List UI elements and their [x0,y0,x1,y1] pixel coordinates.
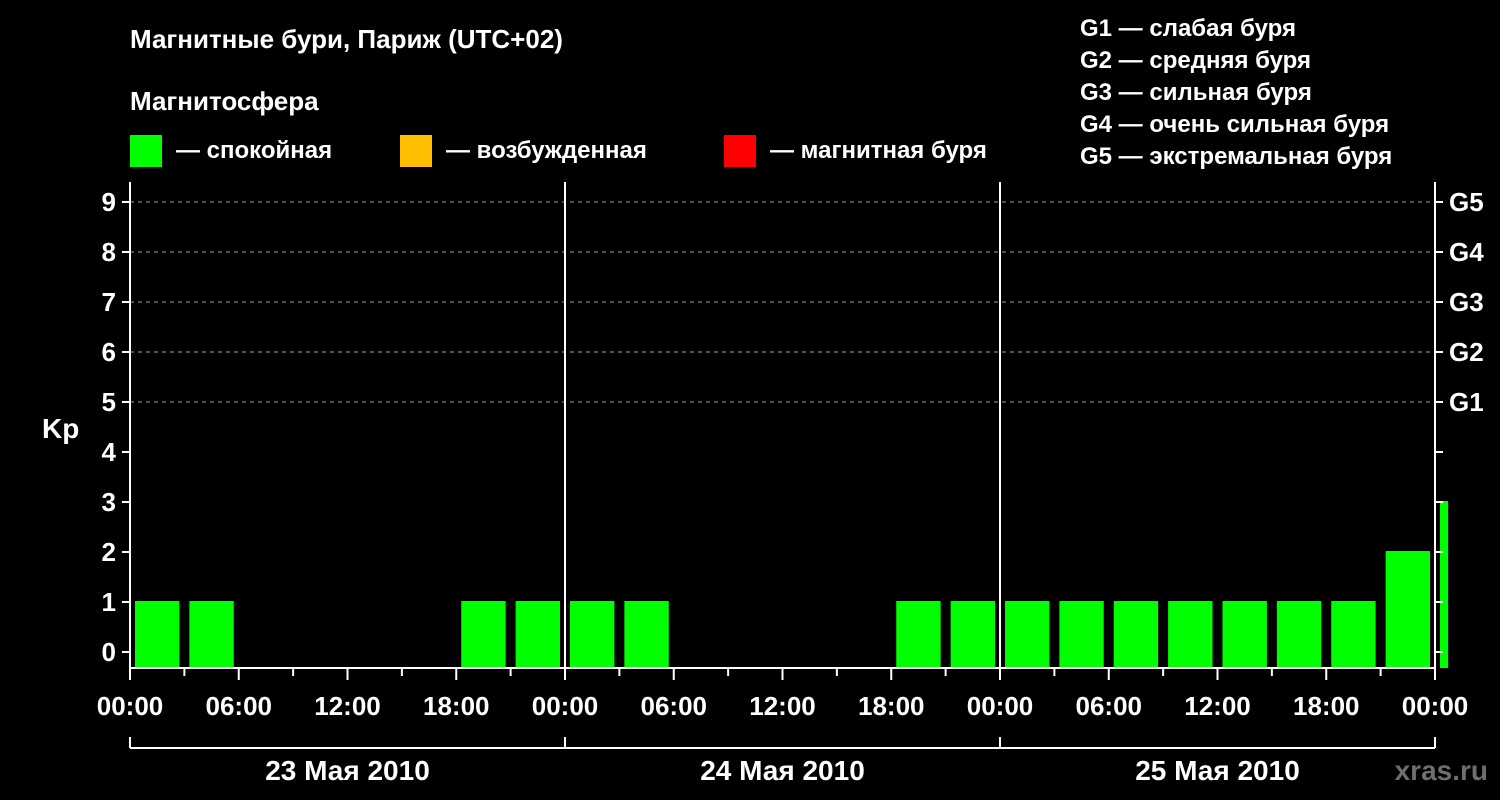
bar [1059,601,1104,668]
x-tick-label: 00:00 [1402,691,1469,721]
chart-subtitle: Магнитосфера [130,86,319,116]
right-tick-label: G3 [1449,287,1484,317]
bar [189,601,234,668]
bar [570,601,615,668]
right-tick-label: G4 [1449,237,1484,267]
bar [1276,601,1322,668]
legend-label-quiet: — спокойная [176,137,332,164]
bar [461,601,506,668]
x-tick-label: 00:00 [532,691,599,721]
x-tick-label: 00:00 [967,691,1034,721]
y-tick-label: 0 [102,637,116,667]
y-tick-label: 6 [102,337,116,367]
grid-lines [130,201,1435,403]
storm-level-g5: G5 — экстремальная буря [1080,143,1392,170]
x-tick-label: 18:00 [1293,691,1360,721]
x-tick-label: 12:00 [314,691,381,721]
x-tick-label: 06:00 [1076,691,1143,721]
day-label: 23 Мая 2010 [265,755,430,786]
right-tick-label: G2 [1449,337,1484,367]
bar [1005,601,1050,668]
y-tick-label: 4 [102,437,117,467]
axes [129,182,1436,669]
bar [515,601,560,668]
bar [896,601,941,668]
bar [1440,501,1449,668]
y-tick-label: 1 [102,587,116,617]
y-tick-label: 3 [102,487,116,517]
bar [1113,601,1159,668]
y-axis-label: Kp [42,413,79,444]
y-tick-label: 9 [102,187,116,217]
legend-swatch-disturbed [400,135,432,167]
bars [135,501,1449,668]
x-tick-label: 18:00 [858,691,925,721]
x-tick-label: 00:00 [97,691,164,721]
right-tick-label: G1 [1449,387,1484,417]
day-label: 25 Мая 2010 [1135,755,1300,786]
kp-chart: Магнитные бури, Париж (UTC+02) Магнитосф… [42,15,1488,786]
bar [1331,601,1376,668]
storm-level-g2: G2 — средняя буря [1080,47,1311,74]
bar [624,601,669,668]
y-tick-label: 8 [102,237,116,267]
day-labels: 23 Мая 2010 24 Мая 2010 25 Мая 2010 [129,737,1436,786]
x-tick-label: 12:00 [1184,691,1251,721]
bar [1222,601,1267,668]
y-tick-label: 5 [102,387,116,417]
right-tick-label: G5 [1449,187,1484,217]
x-tick-label: 06:00 [206,691,273,721]
storm-level-g1: G1 — слабая буря [1080,15,1296,42]
bar [1168,601,1213,668]
x-ticks: 00:00 06:00 12:00 18:00 00:00 06:00 12:00 18:00… [97,668,1469,721]
legend-label-disturbed: — возбужденная [446,137,647,164]
x-tick-label: 18:00 [423,691,490,721]
y-tick-label: 7 [102,287,116,317]
bar [135,601,180,668]
legend-label-storm: — магнитная буря [770,137,987,164]
watermark: xras.ru [1395,755,1488,786]
y-tick-label: 2 [102,537,116,567]
y-ticks: 0 1 2 3 4 5 6 7 8 9 [102,187,1443,667]
bar [1385,551,1430,668]
legend-swatch-quiet [130,135,162,167]
storm-level-g3: G3 — сильная буря [1080,79,1312,106]
day-separators [564,182,1001,668]
x-tick-label: 12:00 [749,691,816,721]
legend-swatch-storm [724,135,756,167]
storm-level-g4: G4 — очень сильная буря [1080,111,1389,138]
bar [950,601,995,668]
right-ticks: G1 G2 G3 G4 G5 [1449,187,1484,417]
day-label: 24 Мая 2010 [700,755,865,786]
x-tick-label: 06:00 [641,691,708,721]
chart-title: Магнитные бури, Париж (UTC+02) [130,24,563,54]
